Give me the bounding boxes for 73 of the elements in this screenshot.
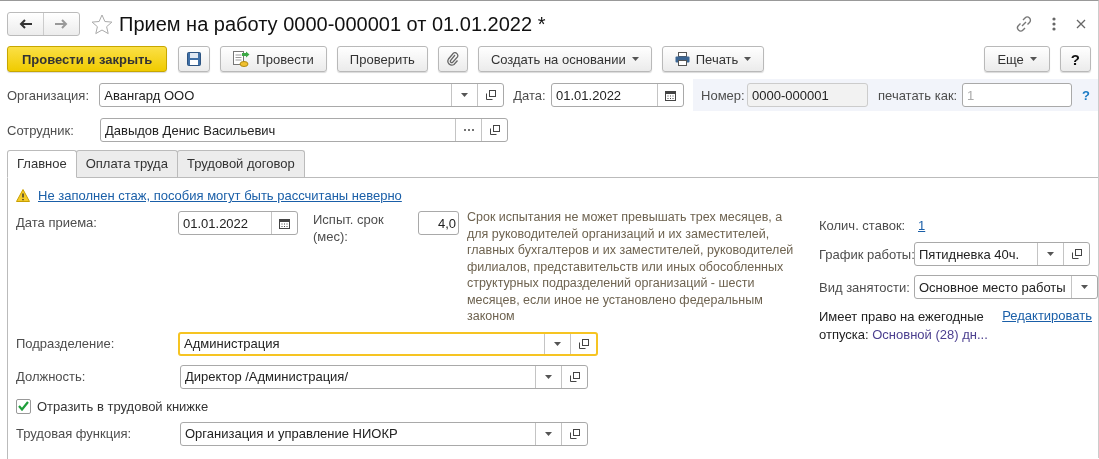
menu-button[interactable]: Создать на основании <box>477 46 652 72</box>
tab[interactable]: Трудовой договор <box>176 150 305 177</box>
caret-icon <box>545 374 552 379</box>
warning-link[interactable]: Не заполнен стаж, пособия могут быть рассчитаны неверно <box>38 188 402 203</box>
field-label: Организация: <box>7 87 91 103</box>
probation-field[interactable]: 4,0 <box>418 211 459 235</box>
warning-icon <box>16 189 30 202</box>
field-label: График работы: <box>819 246 914 262</box>
back-arrow-icon <box>19 19 32 29</box>
caret-icon <box>631 57 639 61</box>
field-label: Должность: <box>16 369 87 384</box>
save-button[interactable] <box>178 46 211 72</box>
probation-note: Срок испытания не может превышать трех месяцев, а для руководителей организаций и их заместителей, главных бухгалтеров и их заместителей, руководителей филиалов, представительств или иных обособленных структурных подразделений организаций - шести месяцев, если иное не установлено федеральным законом <box>467 209 795 325</box>
caret-icon <box>554 341 561 346</box>
print-button[interactable]: Печать <box>661 46 765 72</box>
caret-icon <box>545 431 552 436</box>
employee-field[interactable]: Давыдов Денис Васильевич <box>100 118 508 142</box>
checkbox-label: Отразить в трудовой книжке <box>37 398 209 414</box>
field-label: Испыт. срок (мес): <box>313 211 385 245</box>
post-and-close-button[interactable]: Провести и закрыть <box>7 46 168 72</box>
open-icon <box>489 125 500 135</box>
rates-link[interactable]: 1 <box>918 218 926 233</box>
field-label: Номер: <box>701 87 746 103</box>
edit-link[interactable]: Редактировать <box>1002 308 1092 323</box>
field-label: Трудовая функция: <box>16 426 133 441</box>
check-button[interactable]: Проверить <box>336 46 428 72</box>
calendar-icon <box>279 217 290 229</box>
printer-icon <box>674 52 690 66</box>
close-icon[interactable] <box>1076 19 1086 29</box>
tab[interactable]: Оплата труда <box>75 150 178 177</box>
field-label: Сотрудник: <box>7 122 75 138</box>
link-icon[interactable] <box>1016 16 1032 32</box>
caret-icon <box>1081 285 1088 289</box>
department-field[interactable]: Администрация <box>178 331 598 356</box>
help-button[interactable]: ? <box>1059 46 1091 72</box>
number-field[interactable]: 0000-000001 <box>747 83 869 107</box>
employment-field[interactable]: Основное место работы <box>914 275 1098 299</box>
open-icon <box>1071 249 1082 259</box>
checkmark-icon <box>18 401 29 411</box>
hire-date-field[interactable]: 01.01.2022 <box>178 211 298 235</box>
labor-function-field[interactable]: Организация и управление НИОКР <box>180 421 588 446</box>
field-label: Подразделение: <box>16 336 116 351</box>
star-icon[interactable] <box>91 13 113 35</box>
post-document-icon <box>233 51 251 67</box>
menu-button[interactable]: Еще <box>984 46 1050 72</box>
window-title: Прием на работу 0000-000001 от 01.01.2022 * <box>119 12 546 36</box>
post-button[interactable]: Провести <box>220 46 327 72</box>
attach-button[interactable] <box>437 46 468 72</box>
open-icon <box>569 371 580 382</box>
checkbox[interactable] <box>16 398 31 414</box>
more-icon[interactable] <box>1052 17 1056 31</box>
field-label: печатать как: <box>878 87 959 103</box>
field-label: Колич. ставок: <box>819 218 907 233</box>
open-icon <box>569 428 580 439</box>
help-link[interactable]: ? <box>1082 87 1090 103</box>
forward-arrow-icon <box>55 19 68 29</box>
open-icon <box>485 90 496 100</box>
calendar-icon <box>665 89 677 101</box>
caret-icon <box>461 93 469 97</box>
field-label: Вид занятости: <box>819 279 911 295</box>
tab[interactable]: Главное <box>7 150 77 178</box>
caret-icon <box>1029 57 1037 61</box>
field-label: Дата приема: <box>16 215 98 230</box>
caret-icon <box>1047 252 1054 256</box>
organization-field[interactable]: Авангард ООО <box>99 83 505 107</box>
vacation-text: Имеет право на ежегодные отпуска: Основной (28) дн... <box>819 308 989 344</box>
paperclip-icon <box>446 52 459 66</box>
open-icon <box>578 338 589 349</box>
date-field[interactable]: 01.01.2022 <box>551 83 685 107</box>
caret-icon <box>744 57 752 61</box>
field-label: Дата: <box>513 87 547 103</box>
position-field[interactable]: Директор /Администрация/ <box>180 364 588 389</box>
schedule-field[interactable]: Пятидневка 40ч. <box>914 242 1090 266</box>
